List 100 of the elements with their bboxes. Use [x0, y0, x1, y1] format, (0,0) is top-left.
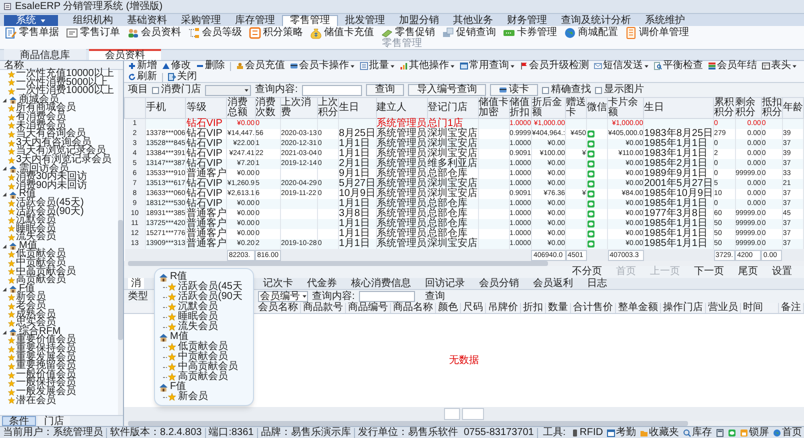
ribbon-button[interactable]: 会员资料: [126, 26, 182, 38]
tree-item[interactable]: 睡眠会员: [0, 224, 118, 234]
toolbar-button[interactable]: 会员充值: [236, 61, 285, 71]
detail-tab[interactable]: 会员分销: [476, 278, 522, 289]
menu-tab[interactable]: 财务管理: [500, 15, 554, 26]
checkbox[interactable]: [152, 86, 159, 94]
ribbon-button[interactable]: 零售订单: [65, 26, 121, 38]
tree-item[interactable]: 沉默会员: [168, 302, 218, 312]
checkbox[interactable]: [594, 86, 602, 94]
tree-item[interactable]: 成熟会员: [0, 310, 118, 320]
menu-tab[interactable]: 其他业务: [446, 15, 500, 26]
ribbon-button[interactable]: 零售促销: [380, 26, 436, 38]
query-field[interactable]: [358, 291, 415, 302]
detail-tab[interactable]: 日志: [584, 278, 610, 289]
chat-bubble-button[interactable]: [726, 428, 738, 436]
detail-tab[interactable]: 消: [128, 278, 144, 289]
toolbar-button[interactable]: 批量: [360, 61, 395, 71]
toolbar-button[interactable]: 刷新: [128, 72, 157, 82]
detail-tab[interactable]: 回访记录: [422, 278, 468, 289]
menu-tab[interactable]: 查询及统计分析: [554, 15, 638, 26]
checkbox[interactable]: [542, 86, 549, 94]
toolbar-button[interactable]: 常用查询: [460, 61, 515, 71]
toolbar-button[interactable]: 会员卡操作: [290, 61, 355, 71]
menu-tab[interactable]: 批发管理: [338, 15, 392, 26]
ribbon-button[interactable]: 积分策略: [248, 26, 304, 38]
detail-tab[interactable]: 代金券: [304, 278, 340, 289]
tree-item[interactable]: 重要挽留会员: [0, 362, 118, 371]
tool-button[interactable]: 收藏夹: [638, 428, 681, 438]
tree-item[interactable]: 睡眠会员: [168, 312, 218, 322]
tree-item[interactable]: 流失会员: [0, 233, 118, 242]
toolbar-button[interactable]: 会员年结: [708, 61, 757, 71]
toolbar-button[interactable]: 其他操作: [400, 61, 455, 71]
tree-item[interactable]: 低贡献会员: [168, 342, 228, 352]
tree-item[interactable]: M值: [159, 332, 249, 342]
tool-button[interactable]: 考勤: [605, 428, 638, 438]
tree-item[interactable]: 活跃会员(45天: [168, 282, 242, 292]
query-button[interactable]: 导入编号查询: [408, 84, 486, 96]
tree-item[interactable]: 活跃会员(45天): [0, 198, 118, 208]
field-select[interactable]: 会员编号: [258, 291, 308, 302]
tree-item[interactable]: 一次性消费5000以上: [0, 78, 118, 88]
detail-tab[interactable]: 会员返利: [530, 278, 576, 289]
sidebar-tab[interactable]: 门店: [38, 416, 70, 426]
tool-button[interactable]: RFID: [568, 428, 605, 438]
menu-tab[interactable]: 系统维护: [638, 15, 692, 26]
tree-item[interactable]: 活跃会员(90天): [0, 208, 118, 216]
ribbon-button[interactable]: 会员等级: [187, 26, 243, 38]
document-tab[interactable]: 商品信息库: [4, 49, 86, 60]
tree-item[interactable]: 潜在会员: [0, 396, 118, 406]
system-menu-button[interactable]: 系统: [4, 15, 58, 26]
tree-item[interactable]: 高贡献会员: [0, 276, 118, 285]
tree-item[interactable]: 活跃会员(90天: [168, 292, 242, 302]
tree-item[interactable]: 高贡献会员: [168, 372, 228, 382]
toolbar-button[interactable]: 平衡检查: [654, 61, 703, 71]
query-button[interactable]: 读卡: [490, 84, 538, 96]
menu-tab[interactable]: 库存管理: [228, 15, 282, 26]
tree-item[interactable]: F值: [159, 382, 249, 392]
query-button[interactable]: 查询: [366, 84, 404, 96]
toolbar-button[interactable]: 表头: [762, 61, 797, 71]
menu-tab[interactable]: 组织机构: [66, 15, 120, 26]
toolbar-button[interactable]: 删除: [196, 61, 225, 71]
tree-item[interactable]: 消费30内未回访: [0, 173, 118, 182]
ribbon-button[interactable]: 储值卡充值: [309, 26, 375, 38]
query-button[interactable]: 查询: [418, 292, 451, 302]
toolbar-button[interactable]: 新增: [128, 61, 157, 71]
tree-item[interactable]: 一般价值会员: [0, 370, 118, 380]
toolbar-button[interactable]: 短信发送: [594, 61, 649, 71]
pager-button[interactable]: 下一页: [694, 267, 724, 277]
menu-tab[interactable]: 零售管理: [282, 15, 338, 26]
tree-item[interactable]: 流失会员: [168, 322, 218, 332]
calculator-button[interactable]: [714, 428, 726, 436]
tree-item[interactable]: R值: [159, 272, 249, 282]
menu-tab[interactable]: 基础资料: [120, 15, 174, 26]
menu-tab[interactable]: 加盟分销: [392, 15, 446, 26]
tree-item[interactable]: 消费90内未回访: [0, 182, 118, 190]
sidebar-tab[interactable]: 条件: [2, 416, 36, 426]
ribbon-button[interactable]: 商城配置: [563, 26, 619, 38]
tool-button[interactable]: 首页: [771, 428, 804, 438]
pager-button[interactable]: 尾页: [738, 267, 758, 277]
tree-item[interactable]: 所有商城会员: [0, 104, 118, 113]
document-tab[interactable]: 会员资料: [89, 49, 161, 60]
tree-item[interactable]: 新会员: [168, 392, 208, 402]
store-select[interactable]: [205, 84, 251, 96]
tree-item[interactable]: 忠实会员: [0, 319, 118, 328]
pager-button[interactable]: 设置: [772, 267, 792, 277]
toolbar-button[interactable]: 关闭: [168, 72, 197, 82]
tree-item[interactable]: 有消费会员: [0, 112, 118, 122]
ribbon-button[interactable]: 调价单管理: [624, 26, 690, 38]
pager-button[interactable]: 不分页: [572, 267, 602, 277]
tree-item[interactable]: 中贡献会员: [168, 352, 228, 362]
tree-item[interactable]: 沉默会员: [0, 216, 118, 225]
tree-item[interactable]: 中高贡献会员: [168, 362, 238, 372]
tool-button[interactable]: 库存: [681, 428, 714, 438]
toolbar-button[interactable]: 修改: [162, 61, 191, 71]
detail-tab[interactable]: 核心消费信息: [348, 278, 414, 289]
detail-tab[interactable]: 记次卡: [260, 278, 296, 289]
menu-tab[interactable]: 采购管理: [174, 15, 228, 26]
query-field[interactable]: [302, 84, 362, 96]
ribbon-button[interactable]: 零售单据: [4, 26, 60, 38]
ribbon-button[interactable]: 促销查询: [441, 26, 497, 38]
toolbar-button[interactable]: 会员升级检测: [520, 61, 589, 71]
